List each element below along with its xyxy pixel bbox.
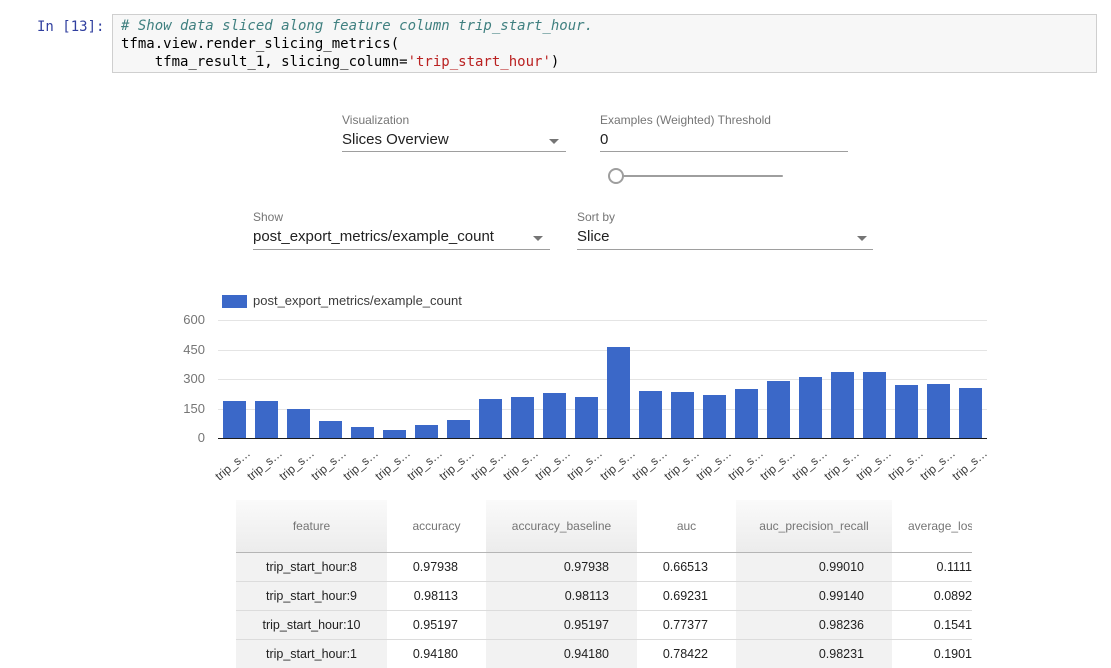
- metrics-table: featureaccuracyaccuracy_baselineaucauc_p…: [236, 500, 972, 668]
- cell-accuracy_baseline: 0.98113: [486, 581, 637, 610]
- cell-auc_precision_recall: 0.98231: [736, 639, 892, 668]
- code-comment: # Show data sliced along feature column …: [121, 18, 593, 34]
- cell-accuracy_baseline: 0.94180: [486, 639, 637, 668]
- col-header-accuracy_baseline[interactable]: accuracy_baseline: [486, 500, 637, 552]
- cell-average_loss: 0.1541: [892, 610, 972, 639]
- cell-average_loss: 0.1901: [892, 639, 972, 668]
- chart-bar[interactable]: [575, 397, 598, 438]
- cell-auc: 0.78422: [637, 639, 736, 668]
- cell-feature: trip_start_hour:1: [236, 639, 387, 668]
- chevron-down-icon[interactable]: [549, 139, 559, 144]
- chart-bar[interactable]: [415, 425, 438, 438]
- chevron-down-icon[interactable]: [857, 236, 867, 241]
- notebook-page: In [13]: # Show data sliced along featur…: [0, 0, 1111, 668]
- col-header-feature[interactable]: feature: [236, 500, 387, 552]
- cell-prompt: In [13]:: [37, 19, 104, 35]
- chart-bar[interactable]: [767, 381, 790, 438]
- threshold-label: Examples (Weighted) Threshold: [600, 113, 771, 127]
- chart-bar[interactable]: [479, 399, 502, 438]
- y-tick-label: 600: [160, 312, 205, 327]
- table-row: trip_start_hour:100.951970.951970.773770…: [236, 610, 972, 639]
- chart-gridline: [218, 350, 987, 351]
- chart-bar[interactable]: [671, 392, 694, 438]
- code-line-3-close: ): [551, 54, 559, 70]
- cell-average_loss: 0.1111: [892, 552, 972, 581]
- cell-accuracy_baseline: 0.95197: [486, 610, 637, 639]
- show-label: Show: [253, 210, 283, 224]
- metrics-table-container: featureaccuracyaccuracy_baselineaucauc_p…: [236, 500, 972, 668]
- sort-by-select[interactable]: Slice: [577, 228, 610, 245]
- cell-feature: trip_start_hour:9: [236, 581, 387, 610]
- legend-swatch: [222, 295, 247, 308]
- sort-by-label: Sort by: [577, 210, 615, 224]
- chart-bar[interactable]: [223, 401, 246, 438]
- chart-bar[interactable]: [287, 409, 310, 439]
- y-tick-label: 150: [160, 401, 205, 416]
- y-tick-label: 0: [160, 430, 205, 445]
- cell-accuracy_baseline: 0.97938: [486, 552, 637, 581]
- x-axis-line: [218, 438, 987, 439]
- col-header-auc_precision_recall[interactable]: auc_precision_recall: [736, 500, 892, 552]
- table-row: trip_start_hour:10.941800.941800.784220.…: [236, 639, 972, 668]
- visualization-underline: [342, 151, 566, 152]
- chart-bar[interactable]: [703, 395, 726, 438]
- cell-auc_precision_recall: 0.99140: [736, 581, 892, 610]
- chart-bar[interactable]: [863, 372, 886, 438]
- y-tick-label: 450: [160, 342, 205, 357]
- visualization-label: Visualization: [342, 113, 409, 127]
- cell-auc: 0.69231: [637, 581, 736, 610]
- chart-bar[interactable]: [831, 372, 854, 438]
- cell-accuracy: 0.95197: [387, 610, 486, 639]
- cell-accuracy: 0.94180: [387, 639, 486, 668]
- chart-bar[interactable]: [543, 393, 566, 438]
- legend-label: post_export_metrics/example_count: [253, 293, 462, 308]
- cell-auc_precision_recall: 0.98236: [736, 610, 892, 639]
- y-tick-label: 300: [160, 371, 205, 386]
- visualization-select[interactable]: Slices Overview: [342, 131, 449, 148]
- cell-accuracy: 0.97938: [387, 552, 486, 581]
- string-literal: 'trip_start_hour': [408, 54, 551, 70]
- chart-bar[interactable]: [799, 377, 822, 438]
- chart-bar[interactable]: [927, 384, 950, 438]
- chart-bar[interactable]: [319, 421, 342, 438]
- table-row: trip_start_hour:80.979380.979380.665130.…: [236, 552, 972, 581]
- table-row: trip_start_hour:90.981130.981130.692310.…: [236, 581, 972, 610]
- code-editor[interactable]: # Show data sliced along feature column …: [121, 17, 1096, 71]
- chart-bar[interactable]: [607, 347, 630, 438]
- code-line-2: tfma.view.render_slicing_metrics(: [121, 36, 399, 52]
- sort-underline: [577, 249, 873, 250]
- cell-feature: trip_start_hour:10: [236, 610, 387, 639]
- table-header-row: featureaccuracyaccuracy_baselineaucauc_p…: [236, 500, 972, 552]
- chart-bar[interactable]: [511, 397, 534, 438]
- cell-auc_precision_recall: 0.99010: [736, 552, 892, 581]
- cell-accuracy: 0.98113: [387, 581, 486, 610]
- cell-auc: 0.77377: [637, 610, 736, 639]
- threshold-slider-track[interactable]: [617, 175, 783, 177]
- chart-bar[interactable]: [639, 391, 662, 438]
- threshold-underline: [600, 151, 848, 152]
- threshold-input[interactable]: 0: [600, 131, 608, 148]
- col-header-average_loss[interactable]: average_loss: [892, 500, 972, 552]
- chart-bar[interactable]: [959, 388, 982, 438]
- chart-gridline: [218, 320, 987, 321]
- code-cell[interactable]: # Show data sliced along feature column …: [112, 14, 1097, 73]
- cell-feature: trip_start_hour:8: [236, 552, 387, 581]
- chart-bar[interactable]: [735, 389, 758, 438]
- chart-bar[interactable]: [895, 385, 918, 438]
- col-header-accuracy[interactable]: accuracy: [387, 500, 486, 552]
- show-select[interactable]: post_export_metrics/example_count: [253, 228, 494, 245]
- chevron-down-icon[interactable]: [533, 236, 543, 241]
- chart-bar[interactable]: [255, 401, 278, 438]
- chart-bar[interactable]: [383, 430, 406, 438]
- show-underline: [253, 249, 550, 250]
- threshold-slider-handle[interactable]: [608, 168, 624, 184]
- cell-average_loss: 0.0892: [892, 581, 972, 610]
- chart-bar[interactable]: [447, 420, 470, 438]
- col-header-auc[interactable]: auc: [637, 500, 736, 552]
- code-line-3: tfma_result_1, slicing_column=: [121, 54, 408, 70]
- cell-auc: 0.66513: [637, 552, 736, 581]
- chart-bar[interactable]: [351, 427, 374, 438]
